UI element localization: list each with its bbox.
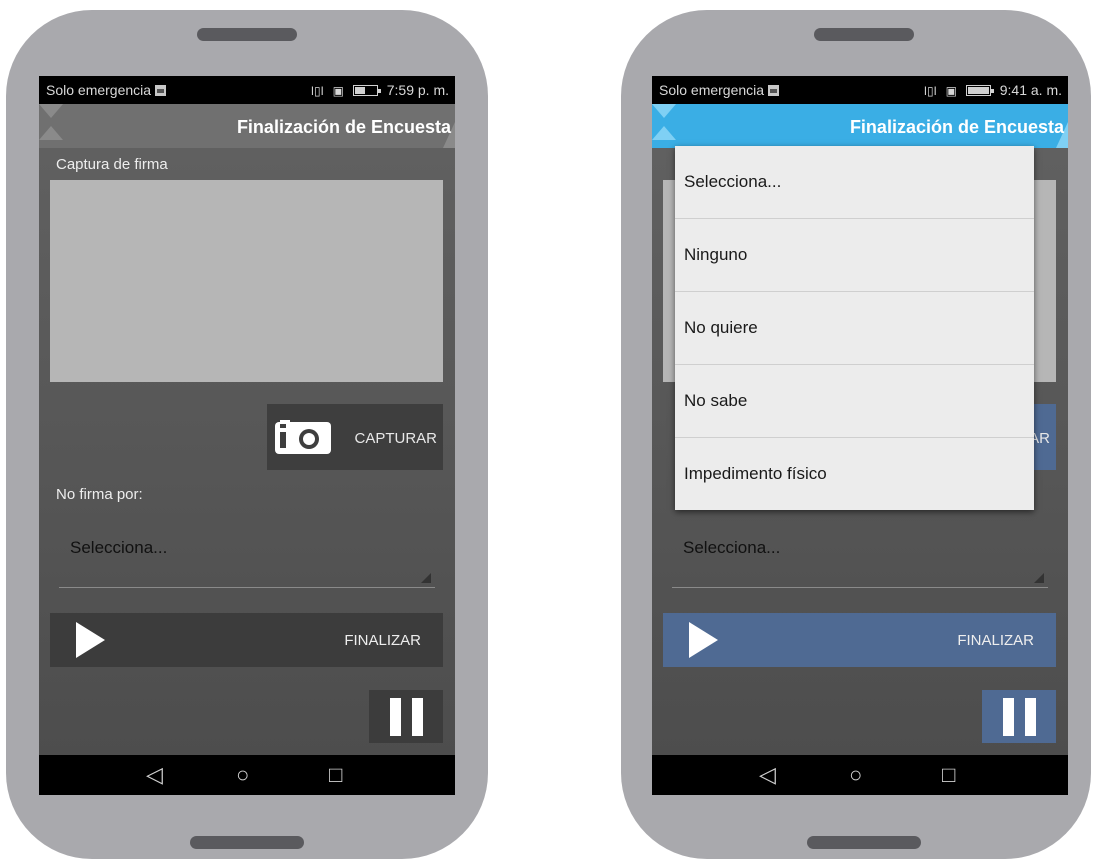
- speaker-grille: [197, 28, 297, 41]
- content-area: Captura de firma CAPTURAR No firma por: …: [39, 148, 455, 755]
- screen-left: Solo emergencia ǀ▯ǀ ▣ 7:59 p. m. Finaliz…: [39, 76, 455, 795]
- dropdown-popup: Selecciona... Ninguno No quiere No sabe …: [675, 146, 1034, 510]
- sim-icon: [155, 85, 167, 96]
- app-bar: Finalización de Encuesta: [652, 104, 1068, 148]
- select-value: Selecciona...: [70, 538, 168, 557]
- pause-icon: [1025, 698, 1036, 736]
- sim-icon: [768, 85, 780, 96]
- status-bar: Solo emergencia ǀ▯ǀ ▣ 7:59 p. m.: [39, 76, 455, 104]
- dropdown-option[interactable]: Ninguno: [675, 219, 1034, 292]
- signature-pad[interactable]: [50, 180, 443, 382]
- speaker-grille: [814, 28, 914, 41]
- finish-label: FINALIZAR: [344, 632, 421, 649]
- finish-button[interactable]: FINALIZAR: [50, 613, 443, 667]
- nav-recents-icon[interactable]: □: [329, 764, 342, 786]
- header-decoration: [39, 126, 63, 140]
- dropdown-option[interactable]: Impedimento físico: [675, 438, 1034, 511]
- dropdown-arrow-icon: [1034, 573, 1044, 583]
- dropdown-option[interactable]: No quiere: [675, 292, 1034, 365]
- vibrate-icon: ǀ▯ǀ: [923, 84, 937, 98]
- no-sign-label: No firma por:: [56, 486, 143, 503]
- nav-home-icon[interactable]: ○: [236, 764, 249, 786]
- phone-right: Solo emergencia ǀ▯ǀ ▣ 9:41 a. m. Finaliz…: [621, 10, 1091, 859]
- app-bar: Finalización de Encuesta: [39, 104, 455, 148]
- rotate-icon: ▣: [332, 84, 344, 98]
- battery-icon: [352, 85, 381, 96]
- capture-label: CAPTURAR: [354, 430, 437, 447]
- home-slot: [190, 836, 304, 849]
- rotate-icon: ▣: [945, 84, 957, 98]
- nav-home-icon[interactable]: ○: [849, 764, 862, 786]
- carrier-label: Solo emergencia: [46, 82, 167, 98]
- battery-icon: [965, 85, 994, 96]
- header-decoration: [39, 104, 63, 118]
- header-decoration: [652, 104, 676, 118]
- no-sign-reason-select[interactable]: Selecciona...: [59, 530, 435, 588]
- page-title: Finalización de Encuesta: [849, 117, 1064, 137]
- home-slot: [807, 836, 921, 849]
- finish-button[interactable]: FINALIZAR: [663, 613, 1056, 667]
- vibrate-icon: ǀ▯ǀ: [310, 84, 324, 98]
- nav-bar: ◁ ○ □: [652, 755, 1068, 795]
- camera-icon: [275, 420, 331, 454]
- nav-back-icon[interactable]: ◁: [146, 764, 163, 786]
- no-sign-reason-select[interactable]: Selecciona...: [672, 530, 1048, 588]
- dropdown-option[interactable]: No sabe: [675, 365, 1034, 438]
- pause-icon: [390, 698, 401, 736]
- header-decoration: [652, 126, 676, 140]
- pause-button[interactable]: [369, 690, 443, 743]
- nav-back-icon[interactable]: ◁: [759, 764, 776, 786]
- nav-bar: ◁ ○ □: [39, 755, 455, 795]
- carrier-label: Solo emergencia: [659, 82, 780, 98]
- status-bar: Solo emergencia ǀ▯ǀ ▣ 9:41 a. m.: [652, 76, 1068, 104]
- clock: 9:41 a. m.: [999, 82, 1062, 98]
- page-title: Finalización de Encuesta: [236, 117, 451, 137]
- pause-button[interactable]: [982, 690, 1056, 743]
- pause-icon: [412, 698, 423, 736]
- screen-right: Solo emergencia ǀ▯ǀ ▣ 9:41 a. m. Finaliz…: [652, 76, 1068, 795]
- pause-icon: [1003, 698, 1014, 736]
- dropdown-option[interactable]: Selecciona...: [675, 146, 1034, 219]
- clock: 7:59 p. m.: [386, 82, 449, 98]
- dropdown-arrow-icon: [421, 573, 431, 583]
- nav-recents-icon[interactable]: □: [942, 764, 955, 786]
- phone-left: Solo emergencia ǀ▯ǀ ▣ 7:59 p. m. Finaliz…: [6, 10, 488, 859]
- signature-label: Captura de firma: [56, 156, 168, 173]
- play-icon: [76, 622, 105, 658]
- capture-button[interactable]: CAPTURAR: [267, 404, 443, 470]
- finish-label: FINALIZAR: [957, 632, 1034, 649]
- select-value: Selecciona...: [683, 538, 781, 557]
- play-icon: [689, 622, 718, 658]
